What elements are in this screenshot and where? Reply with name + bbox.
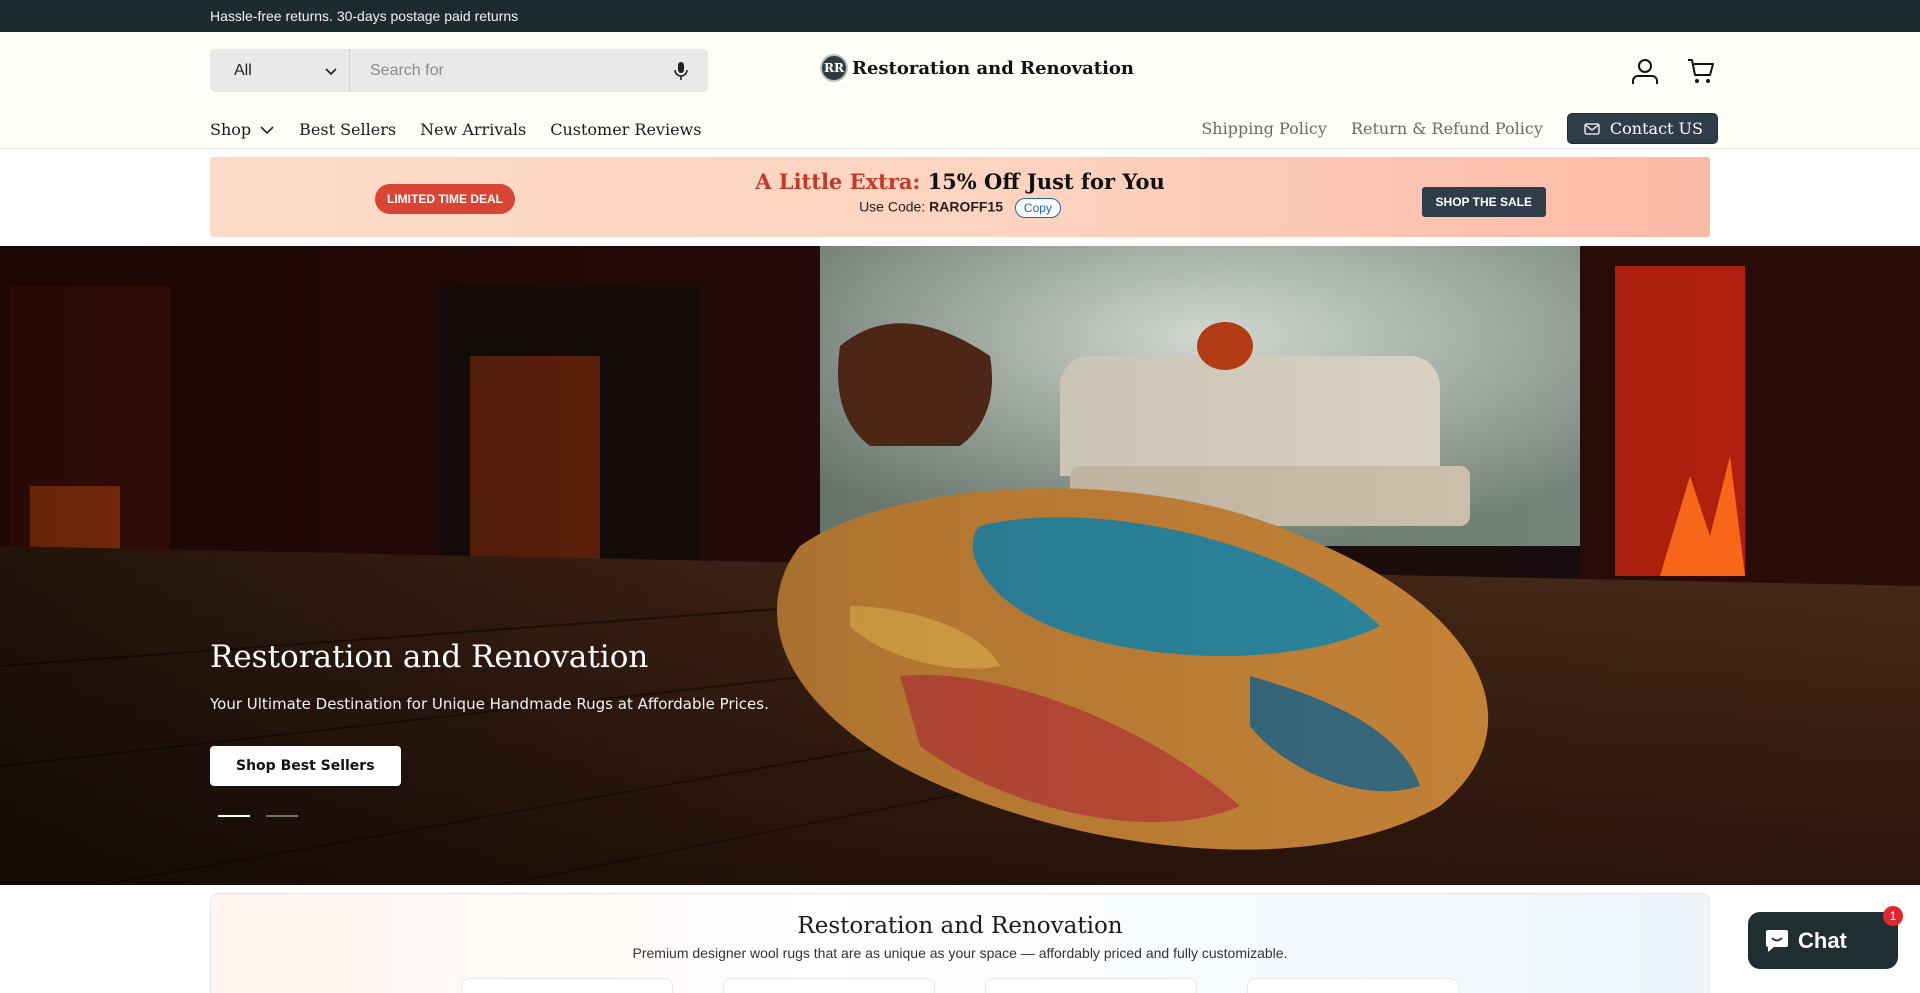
logo-mark: RR xyxy=(820,54,848,82)
microphone-icon[interactable] xyxy=(654,49,708,92)
cart-icon[interactable] xyxy=(1684,54,1718,88)
nav-item-customer-reviews[interactable]: Customer Reviews xyxy=(550,120,701,139)
nav-item-new-arrivals[interactable]: New Arrivals xyxy=(420,120,526,139)
contact-us-button[interactable]: Contact US xyxy=(1566,113,1718,144)
slide-dot-2[interactable] xyxy=(266,815,298,817)
feature-card xyxy=(1247,978,1459,993)
nav-item-label: Customer Reviews xyxy=(550,120,702,139)
promo-code-label: Use Code: xyxy=(859,198,926,215)
hero-slideshow: Restoration and Renovation Your Ultimate… xyxy=(0,246,1920,885)
feature-card xyxy=(461,978,673,993)
feature-card xyxy=(723,978,935,993)
search-bar: All xyxy=(210,49,708,92)
secondary-nav: Shipping Policy Return & Refund Policy C… xyxy=(1201,113,1718,144)
announcement-bar: Hassle-free returns. 30-days postage pai… xyxy=(0,0,1920,32)
feature-cards xyxy=(461,978,1459,993)
header-icons xyxy=(1628,54,1718,88)
search-input[interactable] xyxy=(350,49,654,92)
promo-banner: LIMITED TIME DEAL A Little Extra: 15% Of… xyxy=(210,157,1710,237)
feature-card xyxy=(985,978,1197,993)
intro-title: Restoration and Renovation xyxy=(797,913,1123,939)
site-logo[interactable]: RR Restoration and Renovation xyxy=(820,54,1134,82)
mail-icon xyxy=(1584,122,1600,135)
intro-section: Restoration and Renovation Premium desig… xyxy=(210,893,1710,993)
promo-code: RAROFF15 xyxy=(929,198,1004,215)
chat-notification-badge: 1 xyxy=(1883,906,1903,926)
chat-label: Chat xyxy=(1798,927,1847,953)
hero-image xyxy=(0,246,1920,885)
chat-bubble-icon xyxy=(1766,929,1788,952)
slideshow-pagination xyxy=(218,815,298,817)
promo-title-rest: 15% Off Just for You xyxy=(927,169,1165,194)
logo-text: Restoration and Renovation xyxy=(852,57,1134,79)
hero-title: Restoration and Renovation xyxy=(210,639,649,675)
shipping-policy-link[interactable]: Shipping Policy xyxy=(1201,119,1327,138)
nav-item-label: Shop xyxy=(210,120,252,139)
slide-dot-1[interactable] xyxy=(218,815,250,817)
main-nav: Shop Best Sellers New Arrivals Customer … xyxy=(210,120,701,139)
site-header: All RR Restoration and Renovation Shop B… xyxy=(0,32,1920,149)
shop-the-sale-button[interactable]: SHOP THE SALE xyxy=(1421,187,1546,217)
search-category-value: All xyxy=(234,61,252,79)
refund-policy-link[interactable]: Return & Refund Policy xyxy=(1351,119,1543,138)
nav-item-best-sellers[interactable]: Best Sellers xyxy=(299,120,396,139)
announcement-text: Hassle-free returns. 30-days postage pai… xyxy=(210,8,519,24)
hero-subtitle: Your Ultimate Destination for Unique Han… xyxy=(210,695,769,713)
nav-item-label: Best Sellers xyxy=(299,120,397,139)
search-category-select[interactable]: All xyxy=(210,49,350,92)
chevron-down-icon xyxy=(325,67,337,75)
shop-best-sellers-button[interactable]: Shop Best Sellers xyxy=(210,746,401,786)
nav-item-shop[interactable]: Shop xyxy=(210,120,275,139)
contact-us-label: Contact US xyxy=(1609,119,1703,138)
promo-title-highlight: A Little Extra: xyxy=(755,169,921,194)
user-icon[interactable] xyxy=(1628,54,1662,88)
nav-item-label: New Arrivals xyxy=(420,120,527,139)
chat-button[interactable]: Chat xyxy=(1748,912,1898,969)
copy-code-button[interactable]: Copy xyxy=(1014,198,1061,218)
intro-subtitle: Premium designer wool rugs that are as u… xyxy=(632,945,1288,961)
chevron-down-icon xyxy=(260,125,274,134)
